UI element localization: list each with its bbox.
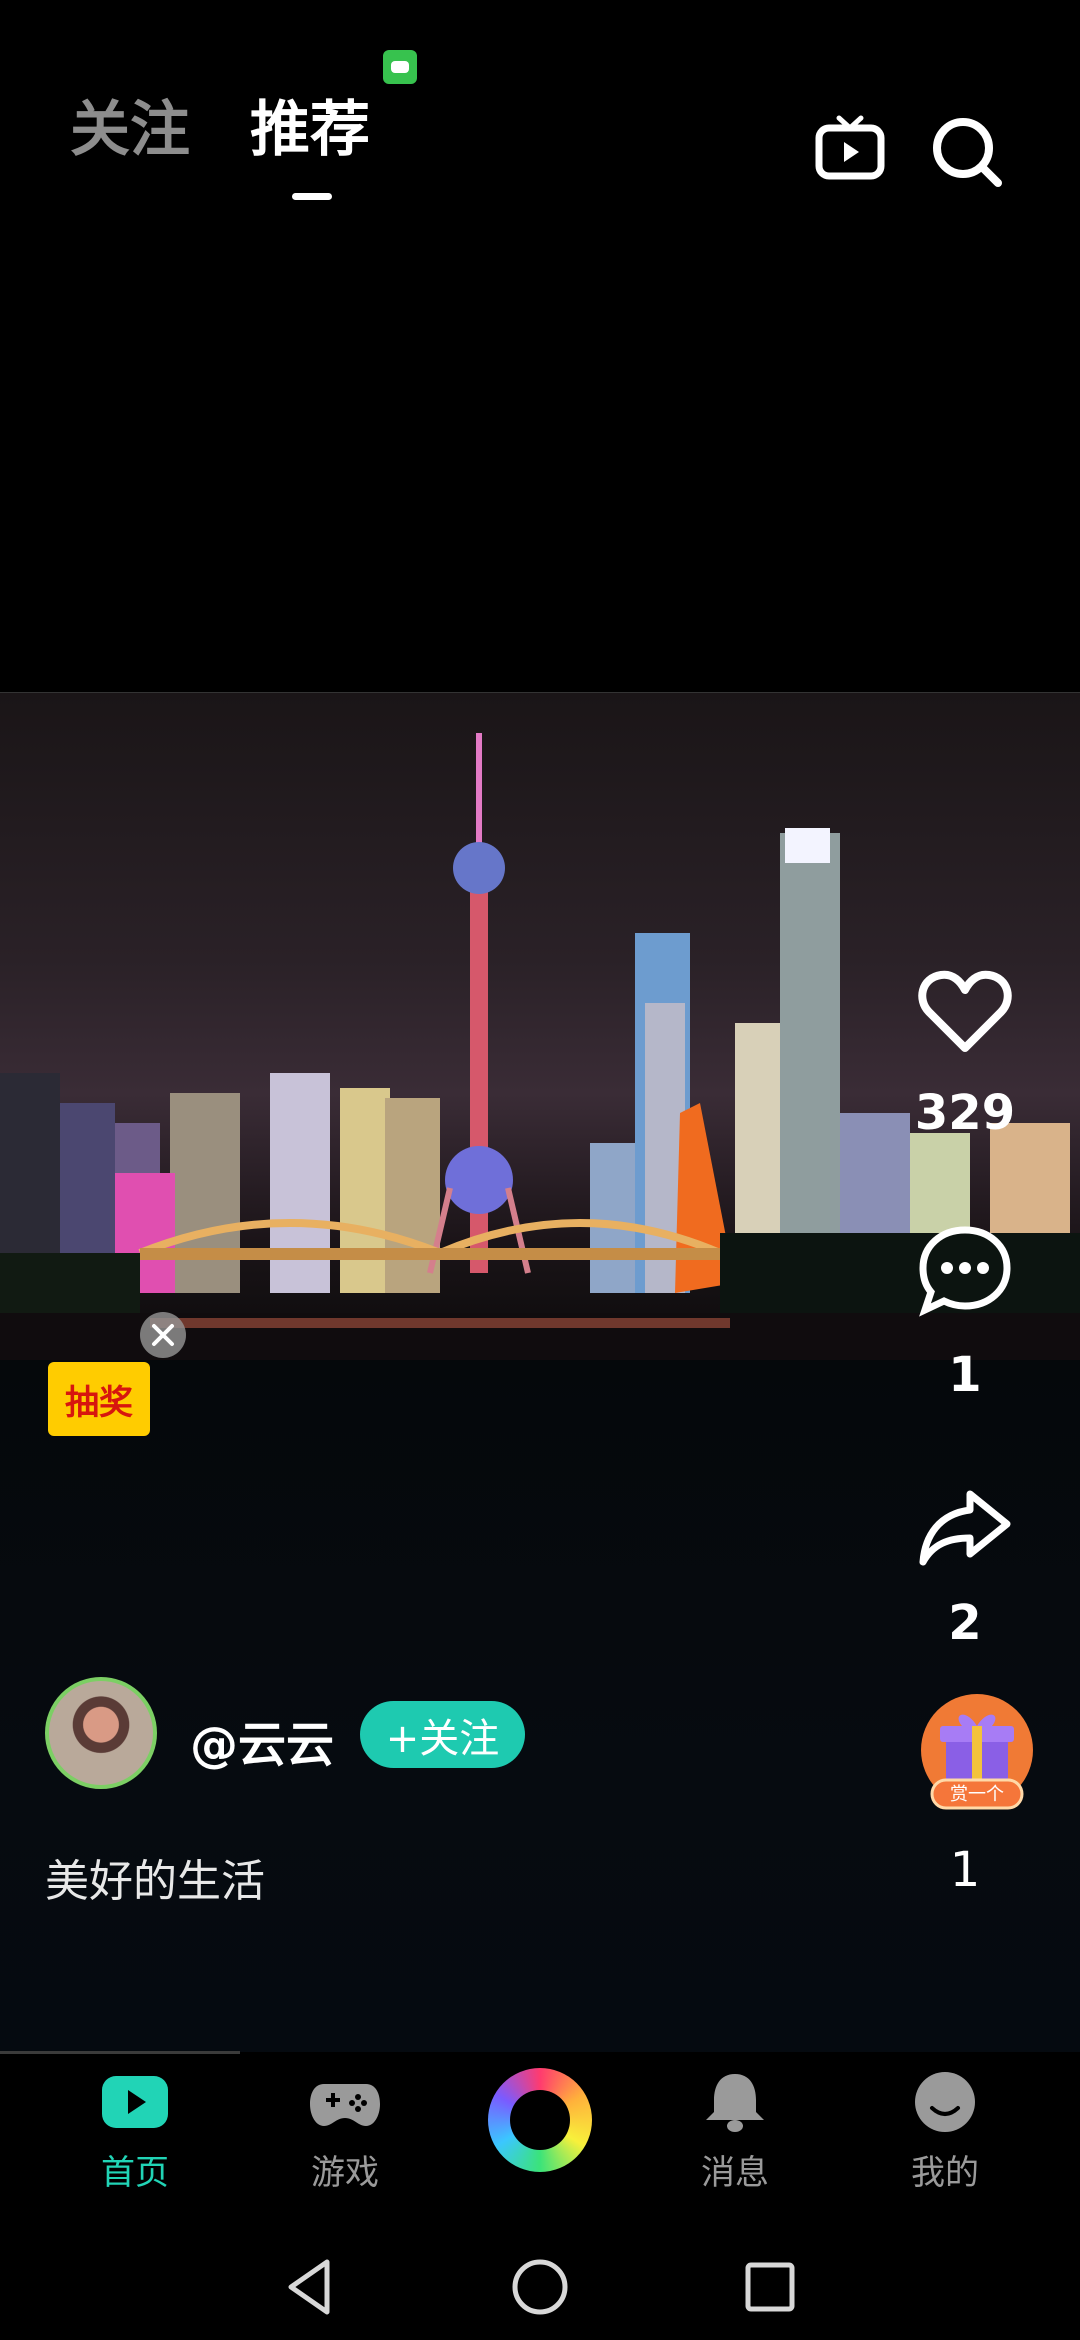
lottery-badge[interactable]: 抽奖 <box>48 1362 150 1436</box>
gamepad-icon <box>310 2084 380 2126</box>
share-count: 2 <box>948 1595 982 1651</box>
gift-icon[interactable]: 赏一个 <box>918 1692 1036 1814</box>
author-username[interactable]: @云云 <box>190 1705 334 1775</box>
active-tab-indicator <box>292 193 332 200</box>
nav-item-mine[interactable]: 我的 <box>865 2060 1025 2210</box>
tab-recommend[interactable]: 推荐 <box>250 100 370 160</box>
nav-item-home[interactable]: 首页 <box>55 2060 215 2210</box>
profile-face-icon <box>915 2072 975 2132</box>
nav-label-home: 首页 <box>101 2153 169 2193</box>
comment-icon[interactable] <box>915 1222 1015 1322</box>
nav-label-messages: 消息 <box>701 2153 769 2193</box>
recent-apps-icon[interactable] <box>735 2252 805 2322</box>
nav-label-games: 游戏 <box>311 2153 379 2193</box>
comment-count: 1 <box>948 1347 982 1403</box>
avatar[interactable] <box>45 1677 157 1789</box>
nav-item-games[interactable]: 游戏 <box>265 2060 425 2210</box>
share-icon[interactable] <box>915 1480 1015 1580</box>
gift-label: 赏一个 <box>950 1784 1004 1805</box>
home-circle-icon[interactable] <box>505 2252 575 2322</box>
like-count: 329 <box>914 1085 1016 1141</box>
search-icon[interactable] <box>930 115 1005 190</box>
nav-label-mine: 我的 <box>911 2153 979 2193</box>
tv-icon[interactable] <box>815 112 885 182</box>
nav-divider <box>0 2051 240 2054</box>
home-play-icon <box>102 2076 168 2128</box>
back-icon[interactable] <box>275 2252 345 2322</box>
close-icon[interactable] <box>140 1312 186 1358</box>
heart-icon[interactable] <box>915 960 1015 1060</box>
follow-button[interactable]: +关注 <box>360 1701 525 1768</box>
create-ring-icon[interactable] <box>488 2068 592 2172</box>
tab-follow[interactable]: 关注 <box>70 100 190 160</box>
nav-item-messages[interactable]: 消息 <box>655 2060 815 2210</box>
gift-count: 1 <box>949 1842 981 1898</box>
mini-app-icon[interactable] <box>383 50 417 84</box>
bell-icon <box>706 2074 764 2132</box>
video-caption: 美好的生活 <box>45 1856 265 1907</box>
